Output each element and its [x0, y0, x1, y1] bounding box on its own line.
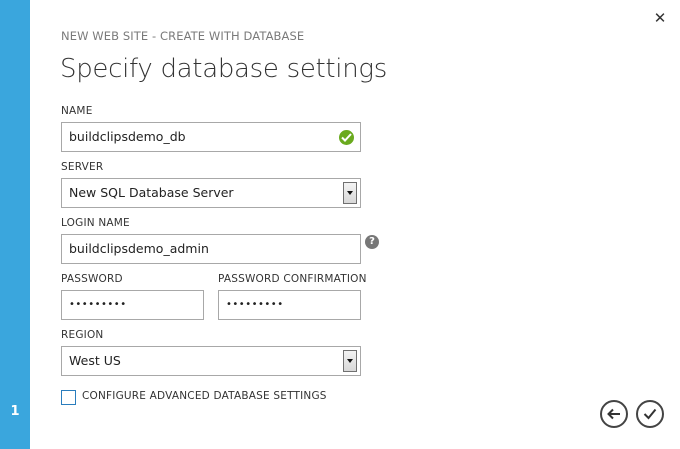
name-label: NAME: [61, 105, 93, 117]
login-name-value: buildclipsdemo_admin: [69, 241, 209, 256]
region-select[interactable]: West US: [61, 346, 361, 376]
finish-button[interactable]: [636, 400, 664, 428]
name-input[interactable]: buildclipsdemo_db: [61, 122, 361, 152]
page-title: Specify database settings: [60, 54, 387, 84]
region-label: REGION: [61, 329, 104, 341]
password-input[interactable]: •••••••••: [61, 290, 204, 320]
server-select-value: New SQL Database Server: [69, 185, 234, 200]
login-name-input[interactable]: buildclipsdemo_admin: [61, 234, 361, 264]
password-confirmation-label: PASSWORD CONFIRMATION: [218, 273, 367, 285]
arrow-left-icon: [607, 408, 620, 420]
password-confirmation-value: •••••••••: [226, 299, 284, 310]
login-name-label: LOGIN NAME: [61, 217, 130, 229]
password-confirmation-input[interactable]: •••••••••: [218, 290, 361, 320]
breadcrumb: NEW WEB SITE - CREATE WITH DATABASE: [61, 29, 305, 43]
help-icon[interactable]: ?: [365, 235, 379, 249]
chevron-down-icon[interactable]: [343, 350, 357, 372]
valid-check-icon: [339, 130, 354, 145]
back-button[interactable]: [600, 400, 628, 428]
close-icon[interactable]: ✕: [652, 10, 668, 26]
server-select[interactable]: New SQL Database Server: [61, 178, 361, 208]
step-number: 1: [10, 404, 20, 419]
region-select-value: West US: [69, 353, 121, 368]
password-value: •••••••••: [69, 299, 127, 310]
password-label: PASSWORD: [61, 273, 123, 285]
server-label: SERVER: [61, 161, 104, 173]
chevron-down-icon[interactable]: [343, 182, 357, 204]
advanced-settings-checkbox[interactable]: [61, 390, 76, 405]
advanced-settings-label[interactable]: CONFIGURE ADVANCED DATABASE SETTINGS: [82, 390, 327, 402]
checkmark-icon: [643, 408, 657, 420]
wizard-step-sidebar: 1: [0, 0, 30, 449]
name-input-value: buildclipsdemo_db: [69, 129, 186, 144]
